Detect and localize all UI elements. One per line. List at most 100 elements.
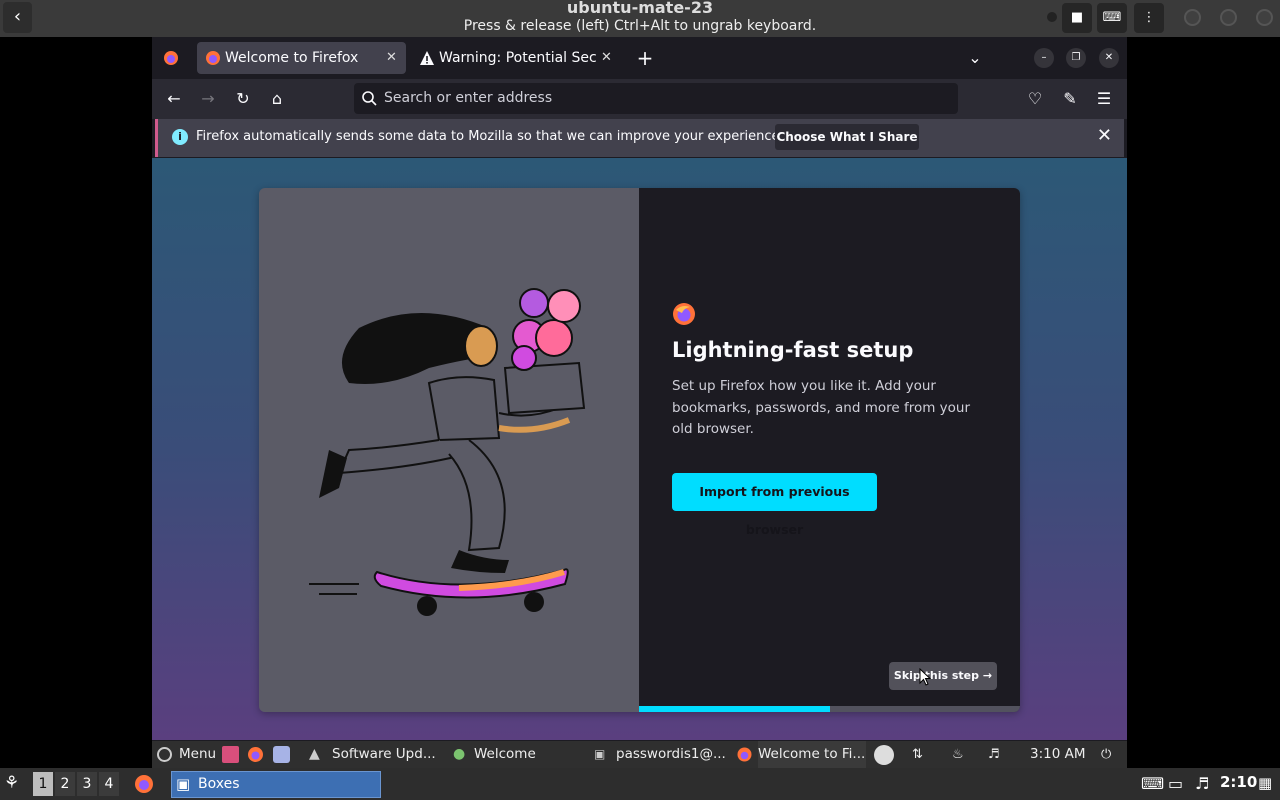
- progress-indicator: [639, 706, 830, 712]
- tab-label: Warning: Potential Secur: [439, 50, 597, 66]
- mail-launcher-icon[interactable]: [273, 746, 290, 763]
- pocket-button[interactable]: ♡: [1021, 85, 1049, 113]
- setup-title: Lightning-fast setup: [672, 338, 914, 362]
- reload-button[interactable]: ↻: [229, 85, 257, 113]
- home-icon: ⌂: [271, 89, 283, 108]
- task-welcome[interactable]: Welcome: [474, 741, 584, 768]
- guest-display[interactable]: Welcome to Firefox ✕ Warning: Potential …: [0, 37, 1280, 768]
- firefox-window: Welcome to Firefox ✕ Warning: Potential …: [152, 37, 1127, 768]
- maximize-circle-icon[interactable]: [1220, 9, 1237, 26]
- arrow-right-icon: →: [201, 89, 215, 108]
- search-input[interactable]: [384, 86, 944, 110]
- more-button[interactable]: ⋮: [1134, 3, 1164, 33]
- pocket-icon: ♡: [1027, 89, 1043, 108]
- workspace-3[interactable]: 3: [77, 772, 97, 796]
- terminal-icon: ▣: [594, 747, 606, 761]
- navigation-toolbar: ← → ↻ ⌂ ♡ ✎ ☰: [152, 79, 1127, 119]
- close-icon[interactable]: ✕: [386, 42, 397, 74]
- onboarding-card: Lightning-fast setup Set up Firefox how …: [259, 188, 1020, 712]
- keyboard-icon: ⌨: [1102, 10, 1122, 25]
- import-browser-button[interactable]: Import from previous browser: [672, 473, 877, 537]
- stop-button[interactable]: ■: [1062, 3, 1092, 33]
- setup-description: Set up Firefox how you like it. Add your…: [672, 378, 971, 437]
- network-icon[interactable]: ⇅: [912, 746, 929, 763]
- welcome-icon: ●: [453, 746, 466, 762]
- close-icon: ✕: [1104, 52, 1114, 63]
- minimize-circle-icon[interactable]: [1184, 9, 1201, 26]
- task-label: Boxes: [198, 776, 240, 792]
- skateboarder-illustration: [309, 288, 586, 616]
- guest-clock[interactable]: 3:10 AM: [1030, 741, 1086, 768]
- forward-button[interactable]: →: [194, 85, 222, 113]
- task-terminal[interactable]: passwordis1@...: [616, 741, 726, 768]
- status-dot-icon: [1047, 12, 1057, 22]
- data-notice-bar: i Firefox automatically sends some data …: [155, 119, 1124, 157]
- system-menu-icon[interactable]: ⚘: [4, 773, 19, 793]
- address-bar[interactable]: [354, 83, 958, 114]
- workspace-4[interactable]: 4: [99, 772, 119, 796]
- arrow-left-icon: ←: [167, 89, 181, 108]
- firefox-launcher-icon[interactable]: [134, 774, 154, 794]
- stop-icon: ■: [1070, 10, 1084, 25]
- search-icon: [362, 91, 377, 106]
- hamburger-icon: ☰: [1096, 89, 1112, 108]
- plus-icon: +: [636, 46, 654, 70]
- home-button[interactable]: ⌂: [263, 85, 291, 113]
- host-clock[interactable]: 2:10: [1220, 773, 1257, 791]
- firefox-launcher-icon[interactable]: [247, 746, 264, 763]
- more-icon: ⋮: [1142, 10, 1156, 25]
- skip-step-button[interactable]: Skip this step →: [889, 662, 997, 690]
- restore-icon: ❐: [1071, 52, 1081, 63]
- software-updater-icon: ▲: [309, 746, 320, 762]
- setup-panel: Lightning-fast setup Set up Firefox how …: [639, 188, 1020, 712]
- back-button[interactable]: ←: [160, 85, 188, 113]
- volume-icon[interactable]: ♬: [988, 746, 1005, 763]
- volume-icon[interactable]: ♬: [1195, 774, 1209, 793]
- minimize-icon: –: [1041, 52, 1047, 63]
- choose-what-i-share-button[interactable]: Choose What I Share: [775, 124, 919, 150]
- screen: ‹ ubuntu-mate-23 Press & release (left) …: [0, 0, 1280, 800]
- info-icon: i: [172, 129, 188, 145]
- puzzle-icon: ✎: [1063, 89, 1077, 108]
- mate-logo-icon[interactable]: [156, 746, 173, 763]
- extensions-button[interactable]: ✎: [1056, 85, 1084, 113]
- illustration-panel: [259, 188, 639, 712]
- close-circle-icon[interactable]: [1256, 9, 1273, 26]
- notice-message: Firefox automatically sends some data to…: [196, 129, 784, 144]
- boxes-header: ‹ ubuntu-mate-23 Press & release (left) …: [0, 0, 1280, 37]
- tab-welcome[interactable]: Welcome to Firefox ✕: [197, 42, 406, 74]
- keyboard-layout-icon[interactable]: ⌨: [1141, 774, 1164, 793]
- power-icon[interactable]: ⏻: [1101, 746, 1118, 763]
- task-firefox-welcome[interactable]: Welcome to Fi...: [758, 741, 866, 768]
- reload-icon: ↻: [236, 89, 250, 108]
- firefox-view-icon[interactable]: [158, 45, 184, 71]
- disc-icon: [874, 745, 894, 765]
- workspace-1[interactable]: 1: [33, 772, 53, 796]
- task-boxes[interactable]: ▣ Boxes: [171, 771, 381, 798]
- keyboard-button[interactable]: ⌨: [1097, 3, 1127, 33]
- chevron-down-icon: ⌄: [968, 48, 982, 67]
- boxes-icon: ▣: [176, 775, 191, 793]
- mouse-cursor-icon: [919, 668, 931, 686]
- app-launcher-icon[interactable]: [222, 746, 239, 763]
- firefox-logo-icon: [673, 303, 695, 325]
- restore-button[interactable]: ❐: [1066, 48, 1086, 68]
- task-software-updater[interactable]: Software Upd...: [332, 741, 440, 768]
- new-tab-button[interactable]: +: [632, 44, 658, 72]
- menu-button[interactable]: Menu: [179, 741, 216, 768]
- calendar-icon[interactable]: ▦: [1258, 774, 1272, 792]
- progress-track: [639, 706, 1020, 712]
- close-icon[interactable]: ✕: [1097, 125, 1112, 146]
- close-icon[interactable]: ✕: [601, 42, 612, 74]
- battery-icon[interactable]: ▭: [1168, 774, 1183, 793]
- firefox-icon: [737, 747, 752, 762]
- close-window-button[interactable]: ✕: [1099, 48, 1119, 68]
- notification-bell-icon[interactable]: ♨: [952, 746, 969, 763]
- minimize-button[interactable]: –: [1034, 48, 1054, 68]
- workspace-2[interactable]: 2: [55, 772, 75, 796]
- firefox-icon: [206, 51, 220, 65]
- menu-button[interactable]: ☰: [1090, 85, 1118, 113]
- tab-warning[interactable]: Warning: Potential Secur ✕: [411, 42, 621, 74]
- list-all-tabs-button[interactable]: ⌄: [962, 45, 988, 71]
- tab-label: Welcome to Firefox: [225, 50, 359, 66]
